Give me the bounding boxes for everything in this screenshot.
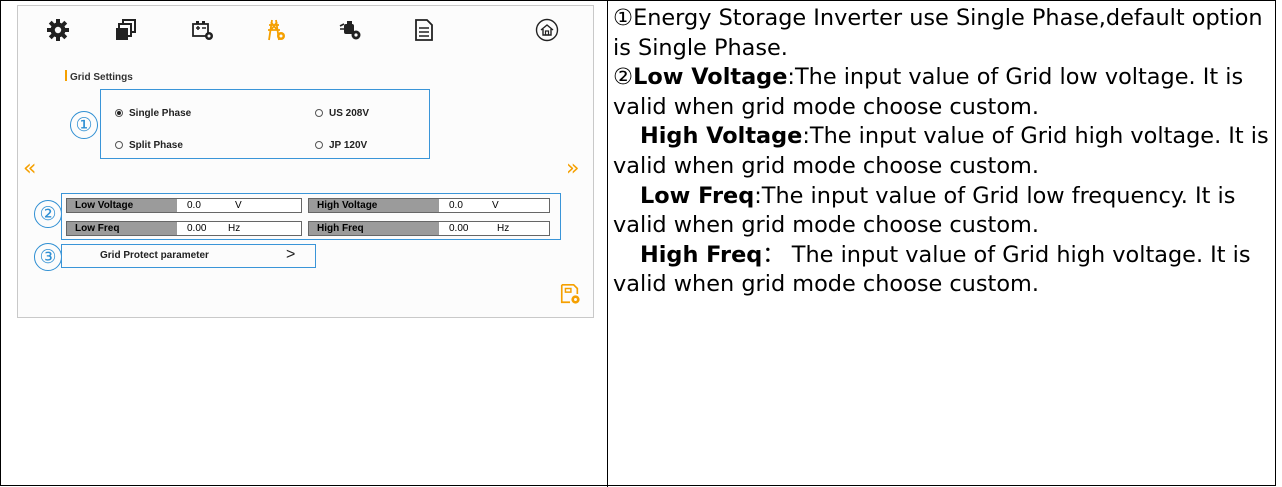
document-icon[interactable] xyxy=(412,18,436,42)
high-freq-label: High Freq xyxy=(309,222,439,235)
low-freq-field[interactable]: Low Freq 0.00 Hz xyxy=(66,221,302,236)
low-freq-value: 0.00 xyxy=(187,223,207,234)
radio-indicator xyxy=(115,141,123,149)
radio-us-208v[interactable]: US 208V xyxy=(315,108,369,119)
gear-icon[interactable] xyxy=(46,18,70,42)
low-voltage-value: 0.0 xyxy=(187,200,201,211)
high-freq-value: 0.00 xyxy=(449,223,469,234)
radio-indicator xyxy=(315,109,323,117)
description-high-freq: High Freq： The input value of Grid high … xyxy=(613,241,1251,298)
next-page-arrow[interactable]: » xyxy=(566,158,579,180)
marker-1: ① xyxy=(70,111,98,139)
radio-single-phase[interactable]: Single Phase xyxy=(115,108,191,119)
low-freq-label: Low Freq xyxy=(67,222,177,235)
battery-settings-icon[interactable] xyxy=(191,18,215,42)
layers-icon[interactable] xyxy=(114,18,138,42)
low-voltage-label: Low Voltage xyxy=(67,199,177,212)
grid-settings-screenshot: Grid Settings ① ② ③ Single Phase US 208V… xyxy=(17,5,594,318)
description-high-voltage: High Voltage:The input value of Grid hig… xyxy=(613,123,1269,179)
description-low-voltage: ②Low Voltage:The input value of Grid low… xyxy=(613,64,1244,120)
high-voltage-field[interactable]: High Voltage 0.0 V xyxy=(308,198,550,213)
chevron-right-icon: > xyxy=(286,246,296,263)
generator-icon[interactable] xyxy=(338,18,362,42)
grid-tower-icon[interactable] xyxy=(263,18,287,42)
marker-3: ③ xyxy=(34,243,62,271)
marker-2: ② xyxy=(34,200,62,228)
grid-protect-parameter-button[interactable]: Grid Protect parameter > xyxy=(61,244,316,268)
description-p1: ①Energy Storage Inverter use Single Phas… xyxy=(613,5,1263,61)
radio-split-phase[interactable]: Split Phase xyxy=(115,140,183,151)
radio-selected-indicator xyxy=(115,109,123,117)
high-voltage-label: High Voltage xyxy=(309,199,439,212)
description-column: ①Energy Storage Inverter use Single Phas… xyxy=(613,4,1273,300)
radio-jp-120v[interactable]: JP 120V xyxy=(315,140,367,151)
section-title: Grid Settings xyxy=(65,70,133,83)
column-divider xyxy=(607,0,608,487)
description-low-freq: Low Freq:The input value of Grid low fre… xyxy=(613,182,1236,239)
save-settings-icon[interactable] xyxy=(559,283,581,305)
radio-indicator xyxy=(315,141,323,149)
high-freq-field[interactable]: High Freq 0.00 Hz xyxy=(308,221,550,236)
prev-page-arrow[interactable]: « xyxy=(23,158,36,180)
high-freq-unit: Hz xyxy=(497,223,510,234)
home-icon[interactable] xyxy=(535,18,559,42)
high-voltage-value: 0.0 xyxy=(449,200,463,211)
title-accent-bar xyxy=(65,70,67,81)
toolbar xyxy=(18,6,593,46)
grid-limits-group: Low Voltage 0.0 V High Voltage 0.0 V Low… xyxy=(61,193,561,240)
low-voltage-field[interactable]: Low Voltage 0.0 V xyxy=(66,198,302,213)
low-voltage-unit: V xyxy=(235,200,242,211)
low-freq-unit: Hz xyxy=(228,223,241,234)
high-voltage-unit: V xyxy=(492,200,499,211)
phase-options-group: Single Phase US 208V Split Phase JP 120V xyxy=(100,89,430,159)
grid-protect-label: Grid Protect parameter xyxy=(100,250,209,261)
